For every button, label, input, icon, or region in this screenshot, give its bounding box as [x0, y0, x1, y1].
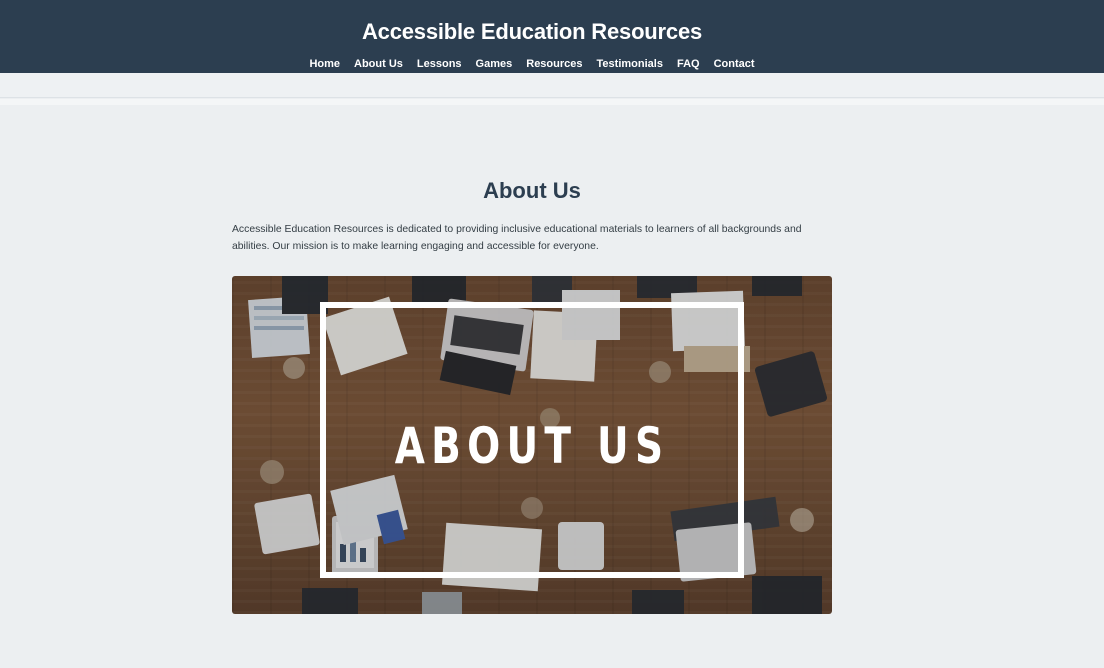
nav-contact[interactable]: Contact — [707, 57, 762, 71]
nav-lessons[interactable]: Lessons — [410, 57, 469, 71]
nav-home[interactable]: Home — [302, 57, 347, 71]
about-paragraph: Accessible Education Resources is dedica… — [232, 224, 802, 252]
hero-overlay-text: ABOUT US — [394, 417, 670, 475]
main-nav: Home About Us Lessons Games Resources Te… — [0, 57, 1064, 71]
header-spacer-band — [0, 73, 1104, 98]
site-header: Accessible Education Resources Home Abou… — [0, 0, 1104, 73]
section-divider — [0, 99, 1104, 105]
site-title: Accessible Education Resources — [361, 19, 703, 44]
about-heading: About Us — [483, 178, 581, 203]
nav-resources[interactable]: Resources — [519, 57, 589, 71]
nav-testimonials[interactable]: Testimonials — [590, 57, 670, 71]
about-hero-image: ABOUT US — [232, 276, 832, 614]
nav-games[interactable]: Games — [469, 57, 520, 71]
nav-about-us[interactable]: About Us — [347, 57, 410, 71]
nav-faq[interactable]: FAQ — [670, 57, 707, 71]
